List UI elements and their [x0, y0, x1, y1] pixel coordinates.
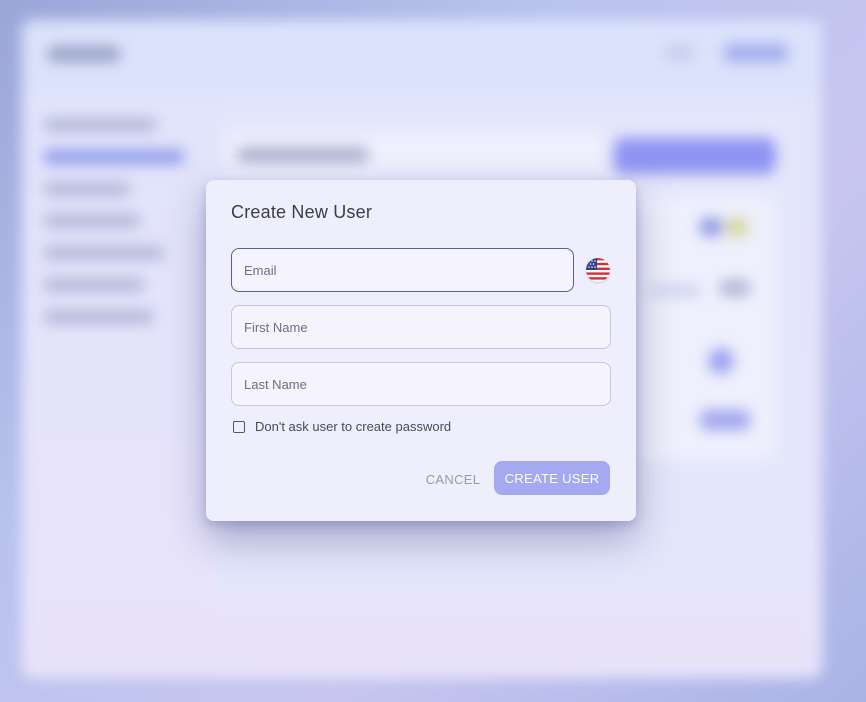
background-badge: [720, 280, 750, 296]
first-name-field[interactable]: [231, 305, 611, 349]
background-top-icon: [664, 46, 694, 60]
background-badge: [726, 218, 748, 236]
password-checkbox-row[interactable]: Don't ask user to create password: [233, 419, 451, 434]
us-flag-icon[interactable]: [586, 258, 610, 282]
background-topbar: [22, 20, 822, 90]
last-name-field[interactable]: [231, 362, 611, 406]
background-sidebar-item: [44, 310, 154, 324]
background-logo: [48, 46, 120, 62]
background-sidebar-item-active: [44, 150, 184, 164]
background-row-line: [650, 286, 700, 296]
background-sidebar-item: [44, 182, 130, 196]
background-badge: [700, 410, 750, 430]
background-sidebar-item: [44, 118, 156, 132]
background-avatar: [708, 348, 734, 374]
background-search-text: [238, 148, 368, 162]
password-checkbox-label: Don't ask user to create password: [255, 419, 452, 434]
last-name-input[interactable]: [232, 363, 610, 405]
background-sidebar-item: [44, 214, 140, 228]
email-input[interactable]: [232, 249, 573, 291]
background-sidebar-item: [44, 246, 164, 260]
password-checkbox[interactable]: [233, 420, 245, 433]
background-sidebar-item: [44, 278, 144, 292]
dialog-title: Create New User: [231, 202, 373, 222]
background-top-button: [724, 44, 788, 62]
create-user-dialog: Create New User Email First Name Last Na…: [206, 180, 636, 521]
background-badge: [700, 218, 722, 236]
create-user-button[interactable]: CREATE USER: [494, 461, 610, 495]
cancel-button[interactable]: CANCEL: [420, 470, 486, 488]
background-primary-button: [614, 138, 776, 174]
first-name-input[interactable]: [232, 306, 610, 348]
email-field[interactable]: [231, 248, 574, 292]
